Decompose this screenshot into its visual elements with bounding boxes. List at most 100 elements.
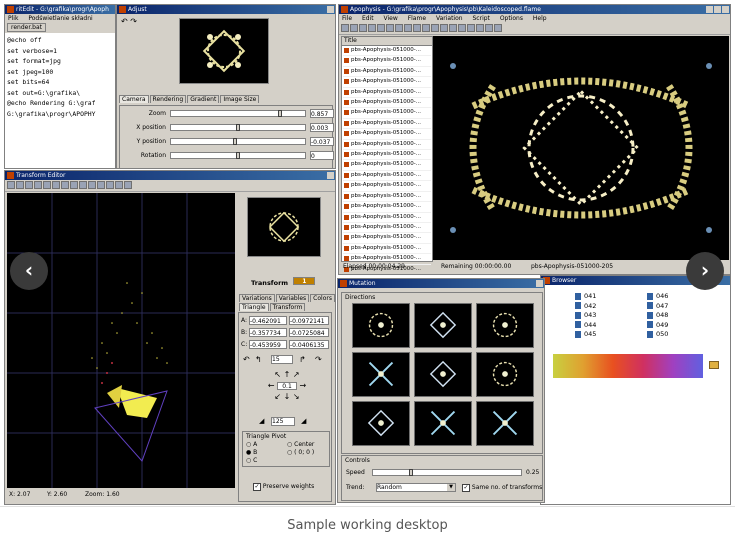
rotation-slider-knob[interactable] xyxy=(236,152,240,159)
file-item[interactable]: 050 xyxy=(647,330,707,340)
rotate-icon[interactable] xyxy=(494,24,502,32)
pivot-option-b[interactable]: ● B xyxy=(246,449,257,456)
delete-icon[interactable] xyxy=(25,181,33,189)
editor-title-bar[interactable]: ritEdit - G:\grafika\progr\Apoph xyxy=(5,5,115,14)
editor-code[interactable]: @echo off set verbose=1 set format=jpg s… xyxy=(5,33,115,121)
flame-list-item[interactable]: pbs-Apophysis-051000-... xyxy=(343,202,431,212)
tab-triangle[interactable]: Triangle xyxy=(239,303,269,311)
rotate-value[interactable]: 15 xyxy=(271,355,293,364)
save-icon[interactable] xyxy=(359,24,367,32)
first-icon[interactable] xyxy=(386,24,394,32)
redo-icon[interactable] xyxy=(52,181,60,189)
coord-c-x[interactable]: -0.453959 xyxy=(249,340,287,349)
flame-list-item[interactable]: pbs-Apophysis-051000-... xyxy=(343,233,431,243)
move-up-icon[interactable]: ↑ xyxy=(284,370,291,379)
file-item[interactable]: 043 xyxy=(575,311,635,321)
rotation-input[interactable]: 0 xyxy=(310,151,334,160)
flame-list-item[interactable]: pbs-Apophysis-051000-... xyxy=(343,160,431,170)
minimize-icon[interactable] xyxy=(706,6,713,13)
file-item[interactable]: 041 xyxy=(575,292,635,302)
editor-menu-syntax[interactable]: Podświetlanie składni xyxy=(28,15,92,22)
x-position-slider[interactable] xyxy=(170,124,306,131)
scale-icon[interactable] xyxy=(88,181,96,189)
pivot-option-origin[interactable]: ○ ( 0; 0 ) xyxy=(287,449,314,456)
undo-icon[interactable] xyxy=(368,24,376,32)
file-item[interactable]: 047 xyxy=(647,302,707,312)
move-icon[interactable] xyxy=(70,181,78,189)
mutation-title-bar[interactable]: Mutation xyxy=(338,279,544,288)
y-position-input[interactable]: -0.037 xyxy=(310,137,334,146)
gradient-icon[interactable] xyxy=(422,24,430,32)
move-up-right-icon[interactable]: ↗ xyxy=(293,370,300,379)
trend-select[interactable]: Random ▼ xyxy=(376,483,456,492)
scale-down-icon[interactable]: ◢ xyxy=(259,417,264,425)
flame-list-item[interactable]: pbs-Apophysis-051000-... xyxy=(343,213,431,223)
move-left-icon[interactable]: ← xyxy=(268,381,275,390)
flip-icon[interactable] xyxy=(34,181,42,189)
x-position-input[interactable]: 0.003 xyxy=(310,123,334,132)
reset-icon[interactable] xyxy=(115,181,123,189)
flame-list-item[interactable]: pbs-Apophysis-051000-... xyxy=(343,88,431,98)
flame-list-item[interactable]: pbs-Apophysis-051000-... xyxy=(343,223,431,233)
menu-view[interactable]: View xyxy=(384,15,398,22)
help-icon[interactable] xyxy=(124,181,132,189)
prev-slide-button[interactable]: ‹ xyxy=(10,252,48,290)
folder-icon[interactable] xyxy=(709,361,719,369)
next-slide-button[interactable]: › xyxy=(686,252,724,290)
coord-b-y[interactable]: -0.0725084 xyxy=(289,328,329,337)
tab-image-size[interactable]: Image Size xyxy=(220,95,259,103)
duplicate-icon[interactable] xyxy=(16,181,24,189)
close-icon[interactable] xyxy=(536,280,543,287)
menu-script[interactable]: Script xyxy=(473,15,490,22)
move-up-left-icon[interactable]: ↖ xyxy=(274,370,281,379)
x-position-slider-knob[interactable] xyxy=(236,124,240,131)
new-icon[interactable] xyxy=(341,24,349,32)
add-transform-icon[interactable] xyxy=(7,181,15,189)
apophysis-title-bar[interactable]: Apophysis - G:\grafika\progr\Apophysis\p… xyxy=(339,5,730,14)
preserve-weights-checkbox[interactable]: ✓ Preserve weights xyxy=(253,483,314,491)
tab-variables[interactable]: Variables xyxy=(276,294,309,302)
mutation-icon[interactable] xyxy=(431,24,439,32)
flip-vertical-icon[interactable] xyxy=(106,181,114,189)
mutation-thumbnail[interactable] xyxy=(414,352,472,397)
flame-list-header[interactable]: Title xyxy=(342,37,432,46)
undo-icon[interactable]: ↶ xyxy=(121,17,128,26)
menu-flame[interactable]: Flame xyxy=(408,15,426,22)
close-icon[interactable] xyxy=(327,6,334,13)
mutation-thumbnail[interactable] xyxy=(476,352,534,397)
rotate-left-small-icon[interactable]: ↰ xyxy=(255,355,262,364)
menu-file[interactable]: File xyxy=(342,15,352,22)
move-down-right-icon[interactable]: ↘ xyxy=(293,392,300,401)
editor-menu-file[interactable]: Plik xyxy=(8,15,18,22)
pivot-option-a[interactable]: ○ A xyxy=(246,441,257,448)
zoom-out-icon[interactable] xyxy=(476,24,484,32)
move-value[interactable]: 0.1 xyxy=(277,382,297,390)
rotate-icon[interactable] xyxy=(79,181,87,189)
tab-variations[interactable]: Variations xyxy=(239,294,275,302)
scale-up-icon[interactable]: ◢ xyxy=(301,417,306,425)
tab-colors[interactable]: Colors xyxy=(310,294,335,302)
coord-b-x[interactable]: -0.357734 xyxy=(249,328,287,337)
flame-list-item[interactable]: pbs-Apophysis-051000-... xyxy=(343,119,431,129)
editor-file-tab[interactable]: render.bat xyxy=(7,23,46,32)
stop-icon[interactable] xyxy=(449,24,457,32)
flame-list-item[interactable]: pbs-Apophysis-051000-... xyxy=(343,56,431,66)
random-icon[interactable] xyxy=(395,24,403,32)
tab-gradient[interactable]: Gradient xyxy=(187,95,219,103)
select-icon[interactable] xyxy=(61,181,69,189)
file-item[interactable]: 048 xyxy=(647,311,707,321)
mutation-thumbnail[interactable] xyxy=(476,401,534,446)
coord-c-y[interactable]: -0.0406135 xyxy=(289,340,329,349)
move-icon[interactable] xyxy=(485,24,493,32)
menu-help[interactable]: Help xyxy=(533,15,547,22)
coord-a-x[interactable]: -0.462091 xyxy=(249,316,287,325)
move-down-icon[interactable]: ↓ xyxy=(284,392,291,401)
transform-select[interactable]: 1 xyxy=(293,277,315,285)
pivot-option-c[interactable]: ○ C xyxy=(246,457,257,464)
redo-icon[interactable]: ↷ xyxy=(130,17,137,26)
triangle-canvas[interactable] xyxy=(7,193,235,488)
flame-list-item[interactable]: pbs-Apophysis-051000-... xyxy=(343,244,431,254)
mutation-thumbnail[interactable] xyxy=(476,303,534,348)
rotation-slider[interactable] xyxy=(170,152,306,159)
scale-value[interactable]: 125 xyxy=(271,417,295,426)
